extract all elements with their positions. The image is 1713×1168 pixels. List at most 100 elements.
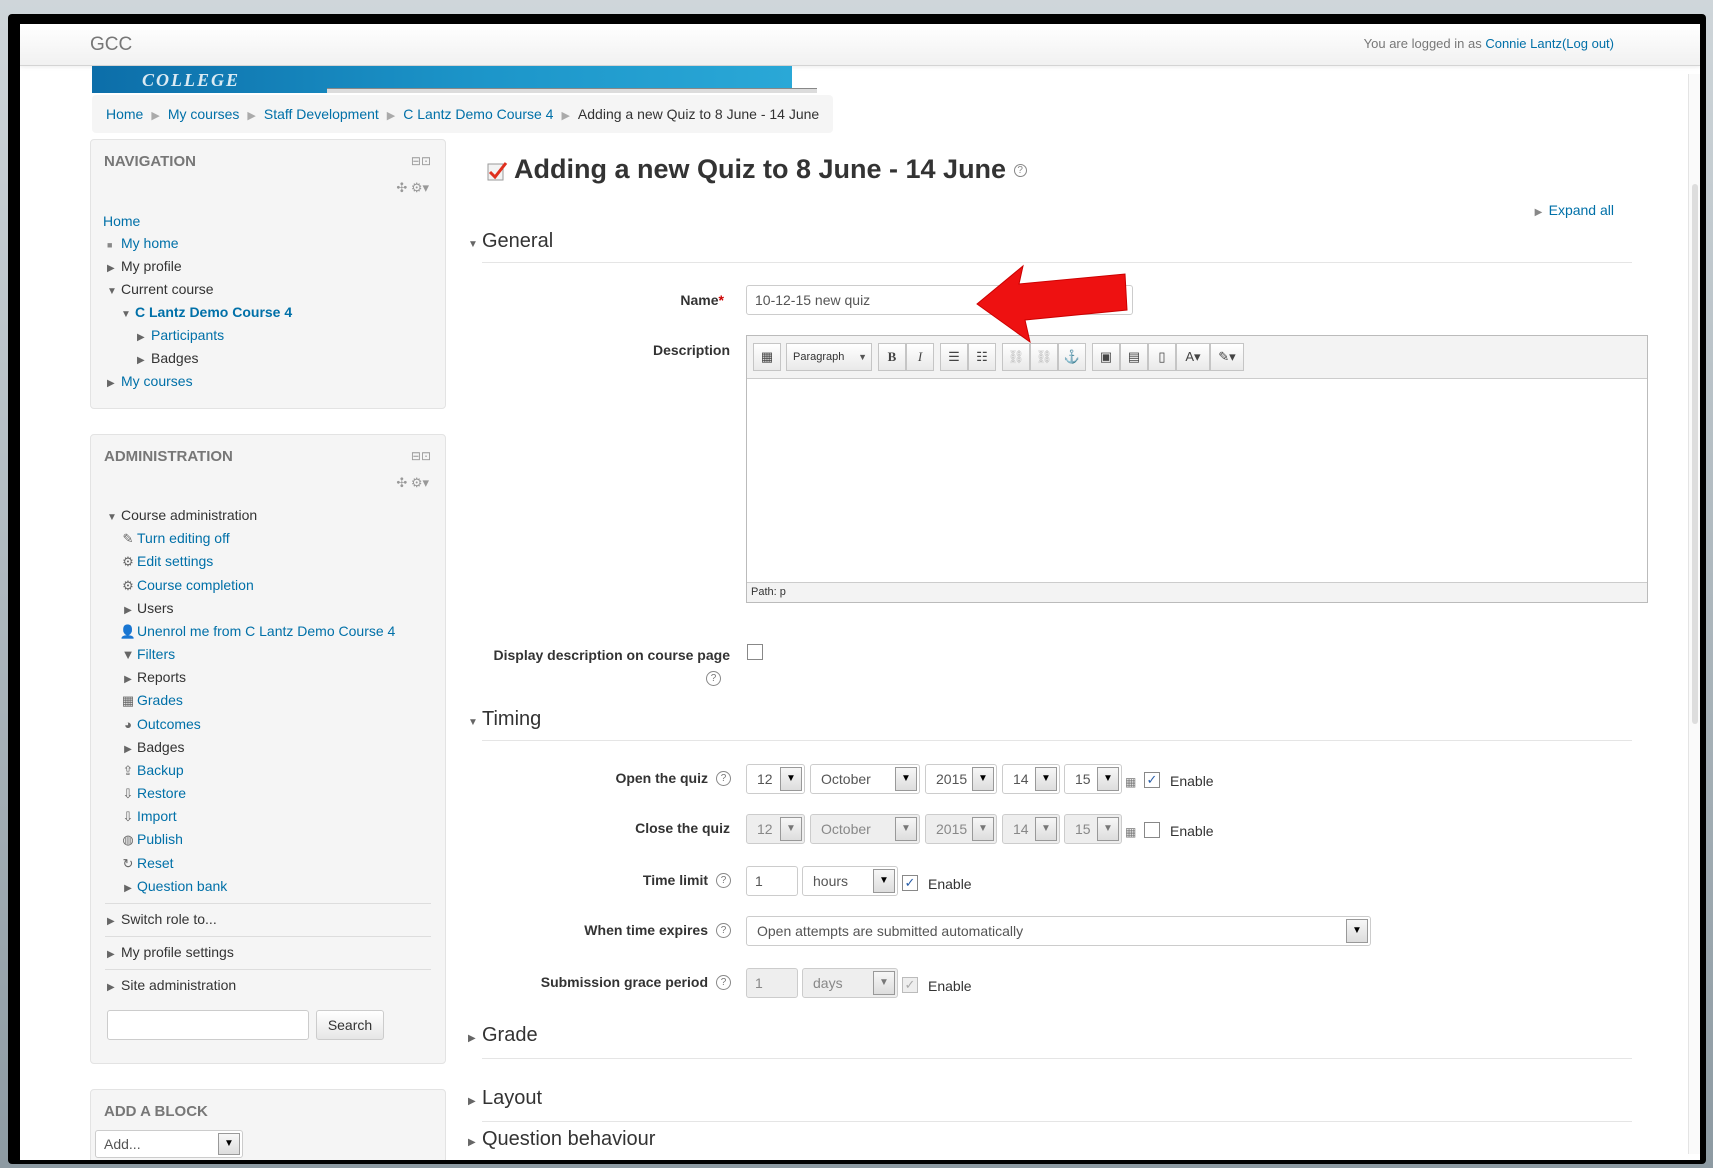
expand-arrow-icon[interactable]: ▶ xyxy=(468,1033,482,1044)
paragraph-format-select[interactable]: Paragraph ▼ xyxy=(786,343,872,371)
nav-my-courses[interactable]: My courses xyxy=(121,373,193,389)
section-question-behaviour[interactable]: ▶ Question behaviour xyxy=(468,1128,655,1151)
nav-badges[interactable]: Badges xyxy=(151,350,198,366)
block-dock-icon[interactable]: ⊟⊡ xyxy=(411,449,431,463)
user-link[interactable]: Connie Lantz xyxy=(1485,36,1562,51)
grace-period-enable-checkbox[interactable]: ✓ xyxy=(902,977,918,993)
admin-switch-role[interactable]: Switch role to... xyxy=(121,911,217,927)
close-month-select[interactable]: October ▼ xyxy=(810,814,920,844)
dropdown-arrow-icon[interactable]: ▼ xyxy=(873,869,895,893)
expand-arrow-icon[interactable]: ▶ xyxy=(137,355,151,366)
display-description-checkbox[interactable] xyxy=(747,644,763,660)
admin-question-bank[interactable]: Question bank xyxy=(137,878,227,894)
bullet-list-icon[interactable]: ☰ xyxy=(940,343,968,371)
collapse-arrow-icon[interactable]: ▼ xyxy=(107,512,121,523)
collapse-arrow-icon[interactable]: ▼ xyxy=(468,239,482,250)
nav-home[interactable]: Home xyxy=(103,213,140,229)
admin-site-administration[interactable]: Site administration xyxy=(121,977,236,993)
nav-my-home[interactable]: My home xyxy=(121,235,179,251)
bold-icon[interactable]: B xyxy=(878,343,906,371)
toolbar-toggle-icon[interactable]: ▦ xyxy=(753,343,781,371)
dropdown-arrow-icon[interactable]: ▼ xyxy=(1035,817,1057,841)
expand-arrow-icon[interactable]: ▶ xyxy=(107,949,121,960)
calendar-icon[interactable]: ▦ xyxy=(1125,775,1139,789)
help-icon[interactable]: ? xyxy=(716,771,731,786)
block-move-settings-icon[interactable]: ✣ ⚙▾ xyxy=(396,475,429,491)
admin-reports[interactable]: Reports xyxy=(137,669,186,685)
site-brand[interactable]: GCC xyxy=(90,34,132,56)
admin-turn-editing-off[interactable]: Turn editing off xyxy=(137,530,230,546)
nav-current-course[interactable]: Current course xyxy=(121,281,214,297)
logout-link[interactable]: (Log out) xyxy=(1562,36,1614,51)
admin-filters[interactable]: Filters xyxy=(137,646,175,662)
expand-arrow-icon[interactable]: ▶ xyxy=(107,378,121,389)
expand-arrow-icon[interactable]: ▶ xyxy=(107,982,121,993)
expand-arrow-icon[interactable]: ▶ xyxy=(137,332,151,343)
close-hour-select[interactable]: 14 ▼ xyxy=(1002,814,1060,844)
dropdown-arrow-icon[interactable]: ▼ xyxy=(895,817,917,841)
admin-grades[interactable]: Grades xyxy=(137,692,183,708)
breadcrumb-staff-development[interactable]: Staff Development xyxy=(264,106,379,122)
paste-icon[interactable]: ▯ xyxy=(1148,343,1176,371)
help-icon[interactable]: ? xyxy=(716,975,731,990)
breadcrumb-home[interactable]: Home xyxy=(106,106,143,122)
nav-my-profile[interactable]: My profile xyxy=(121,258,182,274)
admin-publish[interactable]: Publish xyxy=(137,831,183,847)
text-color-icon[interactable]: A▾ xyxy=(1176,343,1210,371)
block-move-settings-icon[interactable]: ✣ ⚙▾ xyxy=(396,180,429,196)
dropdown-arrow-icon[interactable]: ▼ xyxy=(780,767,802,791)
admin-my-profile-settings[interactable]: My profile settings xyxy=(121,944,234,960)
expand-arrow-icon[interactable]: ▶ xyxy=(468,1137,482,1148)
calendar-icon[interactable]: ▦ xyxy=(1125,825,1139,839)
section-timing[interactable]: ▼ Timing xyxy=(468,708,541,731)
open-enable-checkbox[interactable]: ✓ xyxy=(1144,772,1160,788)
dropdown-arrow-icon[interactable]: ▼ xyxy=(972,767,994,791)
admin-course-administration[interactable]: Course administration xyxy=(121,507,257,523)
collapse-arrow-icon[interactable]: ▼ xyxy=(107,286,121,297)
highlight-icon[interactable]: ✎▾ xyxy=(1210,343,1244,371)
time-limit-input[interactable]: 1 xyxy=(746,866,798,896)
dropdown-arrow-icon[interactable]: ▼ xyxy=(895,767,917,791)
section-general[interactable]: ▼ General xyxy=(468,230,553,253)
open-minute-select[interactable]: 15 ▼ xyxy=(1064,764,1122,794)
admin-search-input[interactable] xyxy=(107,1010,309,1040)
breadcrumb-course[interactable]: C Lantz Demo Course 4 xyxy=(403,106,553,122)
description-editor[interactable]: ▦ Paragraph ▼ B I ☰ ☷ ⛓ ⛓ ⚓ ▣ ▤ ▯ A▾ ✎▾ P… xyxy=(746,335,1648,603)
open-year-select[interactable]: 2015 ▼ xyxy=(925,764,997,794)
expand-arrow-icon[interactable]: ▶ xyxy=(119,883,137,894)
expand-all-link[interactable]: Expand all xyxy=(1549,202,1614,218)
dropdown-arrow-icon[interactable]: ▼ xyxy=(1097,767,1119,791)
grace-period-unit-select[interactable]: days ▼ xyxy=(802,968,898,998)
open-day-select[interactable]: 12 ▼ xyxy=(746,764,805,794)
collapse-arrow-icon[interactable]: ▼ xyxy=(468,717,482,728)
dropdown-arrow-icon[interactable]: ▼ xyxy=(1097,817,1119,841)
admin-backup[interactable]: Backup xyxy=(137,762,184,778)
when-expires-select[interactable]: Open attempts are submitted automaticall… xyxy=(746,916,1371,946)
grace-period-input[interactable]: 1 xyxy=(746,968,798,998)
open-month-select[interactable]: October ▼ xyxy=(810,764,920,794)
admin-users[interactable]: Users xyxy=(137,600,174,616)
nav-participants[interactable]: Participants xyxy=(151,327,224,343)
expand-arrow-icon[interactable]: ▶ xyxy=(119,605,137,616)
dropdown-arrow-icon[interactable]: ▼ xyxy=(780,817,802,841)
section-layout[interactable]: ▶ Layout xyxy=(468,1087,542,1110)
dropdown-arrow-icon[interactable]: ▼ xyxy=(873,971,895,995)
breadcrumb-my-courses[interactable]: My courses xyxy=(168,106,240,122)
expand-arrow-icon[interactable]: ▶ xyxy=(119,674,137,685)
help-icon[interactable]: ? xyxy=(716,873,731,888)
dropdown-arrow-icon[interactable]: ▼ xyxy=(1035,767,1057,791)
section-grade[interactable]: ▶ Grade xyxy=(468,1024,538,1047)
admin-import[interactable]: Import xyxy=(137,808,177,824)
expand-arrow-icon[interactable]: ▶ xyxy=(107,263,121,274)
open-hour-select[interactable]: 14 ▼ xyxy=(1002,764,1060,794)
time-limit-unit-select[interactable]: hours ▼ xyxy=(802,866,898,896)
dropdown-arrow-icon[interactable]: ▼ xyxy=(972,817,994,841)
admin-badges[interactable]: Badges xyxy=(137,739,184,755)
admin-course-completion[interactable]: Course completion xyxy=(137,577,254,593)
block-dock-icon[interactable]: ⊟⊡ xyxy=(411,154,431,168)
help-icon[interactable]: ? xyxy=(716,923,731,938)
close-minute-select[interactable]: 15 ▼ xyxy=(1064,814,1122,844)
nav-course[interactable]: C Lantz Demo Course 4 xyxy=(135,304,292,320)
admin-outcomes[interactable]: Outcomes xyxy=(137,716,201,732)
dropdown-arrow-icon[interactable]: ▼ xyxy=(1346,919,1368,943)
